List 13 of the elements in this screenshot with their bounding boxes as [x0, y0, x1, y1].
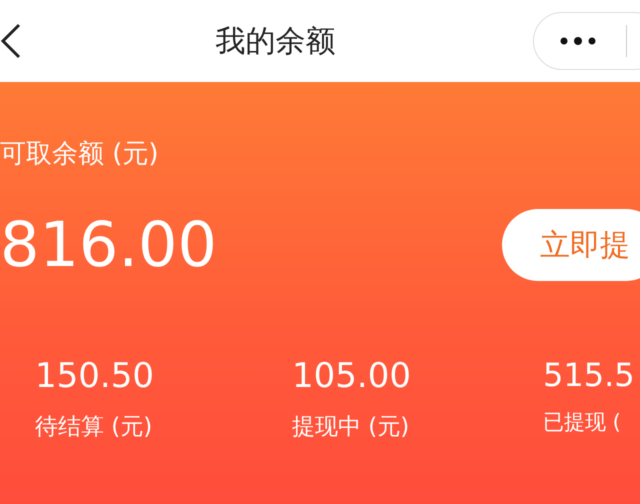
- balance-amount: 816.00: [0, 214, 217, 276]
- stat-value: 515.5: [543, 355, 635, 396]
- stat-label: 待结算 (元): [35, 413, 152, 442]
- stat-value: 150.50: [35, 355, 154, 398]
- menu-capsule[interactable]: [533, 12, 640, 70]
- back-icon[interactable]: [0, 23, 22, 59]
- more-icon[interactable]: [560, 37, 596, 45]
- stat-label: 已提现 (: [543, 409, 621, 436]
- withdraw-button[interactable]: 立即提: [502, 209, 640, 281]
- balance-label: 可取余额 (元): [0, 138, 160, 171]
- page-title: 我的余额: [216, 22, 336, 60]
- stat-value: 105.00: [292, 355, 411, 398]
- stat-label: 提现中 (元): [292, 413, 410, 442]
